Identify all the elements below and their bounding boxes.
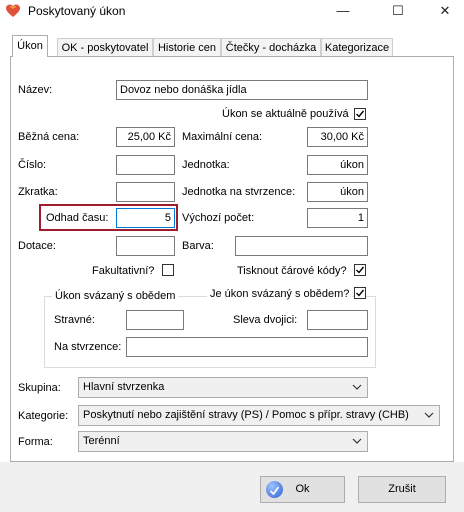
zkratka-input[interactable] (116, 182, 175, 202)
close-button[interactable]: ✕ (428, 0, 462, 22)
jednotka-stvrzenka-input[interactable]: úkon (307, 182, 368, 202)
barva-input[interactable] (235, 236, 368, 256)
odhad-casu-label: Odhad času: (46, 212, 109, 224)
forma-value: Terénní (83, 435, 120, 447)
nazev-input[interactable]: Dovoz nebo donáška jídla (116, 80, 368, 100)
chevron-down-icon (352, 438, 362, 444)
tab-kategorizace[interactable]: Kategorizace (321, 38, 393, 56)
kategorie-select[interactable]: Poskytnutí nebo zajištění stravy (PS) / … (78, 405, 440, 426)
chevron-down-icon (352, 384, 362, 390)
na-stvrzence-label: Na stvrzence: (54, 341, 122, 353)
zkratka-label: Zkratka: (18, 186, 58, 198)
je-svazany-label: Je úkon svázaný s obědem? (207, 288, 353, 300)
bezna-cena-label: Běžná cena: (18, 131, 80, 143)
skupina-select[interactable]: Hlavní stvrzenka (78, 377, 368, 398)
skupina-value: Hlavní stvrzenka (83, 381, 165, 393)
forma-label: Forma: (18, 436, 53, 448)
cislo-input[interactable] (116, 155, 175, 175)
checkmark-icon (356, 266, 365, 274)
je-svazany-checkbox[interactable] (354, 287, 366, 299)
tab-ukon[interactable]: Úkon (12, 35, 48, 57)
cislo-label: Číslo: (18, 159, 47, 171)
ok-button[interactable]: Ok (260, 476, 345, 503)
checkmark-icon (356, 110, 365, 118)
jednotka-label: Jednotka: (182, 159, 230, 171)
fakultativni-checkbox[interactable] (162, 264, 174, 276)
window-title: Poskytovaný úkon (28, 4, 126, 18)
sleva-label: Sleva dvojici: (233, 314, 298, 326)
maximize-button[interactable]: ☐ (381, 0, 415, 22)
bezna-cena-input[interactable]: 25,00 Kč (116, 127, 175, 147)
app-heart-icon (6, 4, 20, 17)
stravne-label: Stravné: (54, 314, 95, 326)
obed-group-title: Úkon svázaný s obědem (52, 290, 179, 302)
dotace-label: Dotace: (18, 240, 56, 252)
stravne-input[interactable] (126, 310, 184, 330)
tisknout-label: Tisknout čárové kódy? (237, 265, 347, 277)
tisknout-checkbox[interactable] (354, 264, 366, 276)
kategorie-label: Kategorie: (18, 410, 69, 422)
fakultativni-label: Fakultativní? (92, 265, 155, 277)
jednotka-input[interactable]: úkon (307, 155, 368, 175)
vychozi-pocet-input[interactable]: 1 (307, 208, 368, 228)
barva-label: Barva: (182, 240, 214, 252)
checkmark-icon (356, 289, 365, 297)
chevron-down-icon (424, 412, 434, 418)
checkmark-icon (269, 486, 280, 496)
forma-select[interactable]: Terénní (78, 431, 368, 452)
tab-ctecky-dochazka[interactable]: Čtečky - docházka (221, 38, 321, 56)
jednotka-stvrzenka-label: Jednotka na stvrzence: (182, 186, 296, 198)
obed-groupbox (44, 296, 376, 368)
dotace-input[interactable] (116, 236, 175, 256)
max-cena-input[interactable]: 30,00 Kč (307, 127, 368, 147)
odhad-casu-input[interactable]: 5 (116, 208, 175, 228)
minimize-button[interactable]: — (326, 0, 360, 22)
tab-ok-poskytovatel[interactable]: OK - poskytovatel (57, 38, 153, 56)
ok-label: Ok (295, 483, 310, 495)
aktualne-label: Úkon se aktuálně používá (222, 108, 349, 120)
max-cena-label: Maximální cena: (182, 131, 263, 143)
vychozi-pocet-label: Výchozí počet: (182, 212, 255, 224)
na-stvrzence-input[interactable] (126, 337, 368, 357)
nazev-label: Název: (18, 84, 53, 96)
tab-historie-cen[interactable]: Historie cen (153, 38, 221, 56)
sleva-input[interactable] (307, 310, 368, 330)
kategorie-value: Poskytnutí nebo zajištění stravy (PS) / … (83, 409, 409, 421)
skupina-label: Skupina: (18, 382, 61, 394)
aktualne-checkbox[interactable] (354, 108, 366, 120)
title-bar: Poskytovaný úkon — ☐ ✕ (0, 0, 464, 22)
cancel-button[interactable]: Zrušit (358, 476, 446, 503)
